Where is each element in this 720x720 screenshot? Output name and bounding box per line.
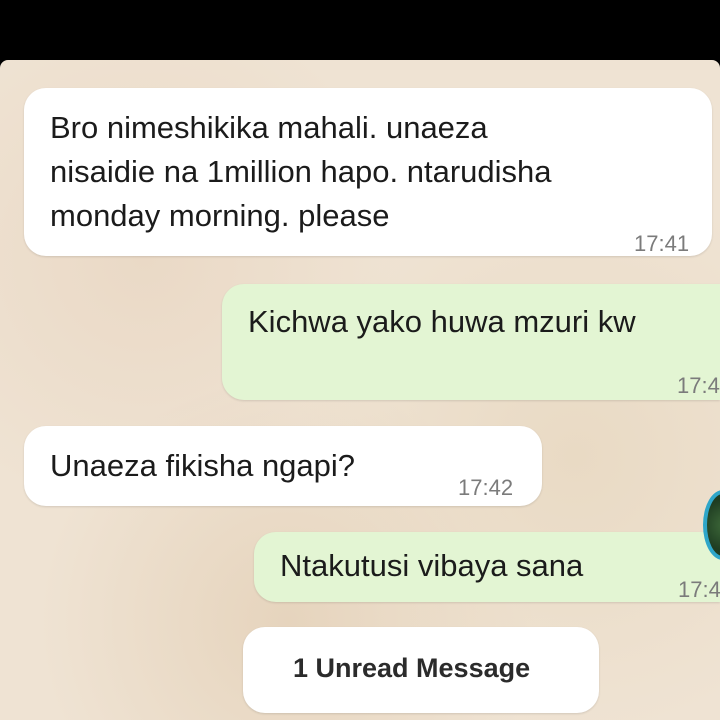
message-line: Ntakutusi vibaya sana	[280, 548, 584, 583]
message-line: nisaidie na 1million hapo. ntarudisha	[50, 154, 552, 189]
unread-messages-label: 1 Unread Message	[293, 653, 531, 683]
message-line: monday morning. please	[50, 198, 390, 233]
unread-messages-banner: 1 Unread Message	[243, 627, 599, 713]
message-line: Kichwa yako huwa mzuri kw	[248, 304, 636, 339]
screen: Bro nimeshikika mahali. unaeza nisaidie …	[0, 0, 720, 720]
outgoing-message[interactable]: Kichwa yako huwa mzuri kw 17:4	[222, 284, 720, 400]
outgoing-message[interactable]: Ntakutusi vibaya sana 17:4	[254, 532, 720, 602]
incoming-message[interactable]: Unaeza fikisha ngapi? 17:42	[24, 426, 542, 506]
message-line: Bro nimeshikika mahali. unaeza	[50, 110, 488, 145]
message-timestamp: 17:4	[677, 373, 720, 398]
message-timestamp: 17:41	[634, 231, 690, 256]
incoming-message[interactable]: Bro nimeshikika mahali. unaeza nisaidie …	[24, 88, 712, 256]
message-timestamp: 17:4	[678, 577, 720, 602]
message-timestamp: 17:42	[458, 475, 514, 500]
message-line: Unaeza fikisha ngapi?	[50, 448, 356, 483]
